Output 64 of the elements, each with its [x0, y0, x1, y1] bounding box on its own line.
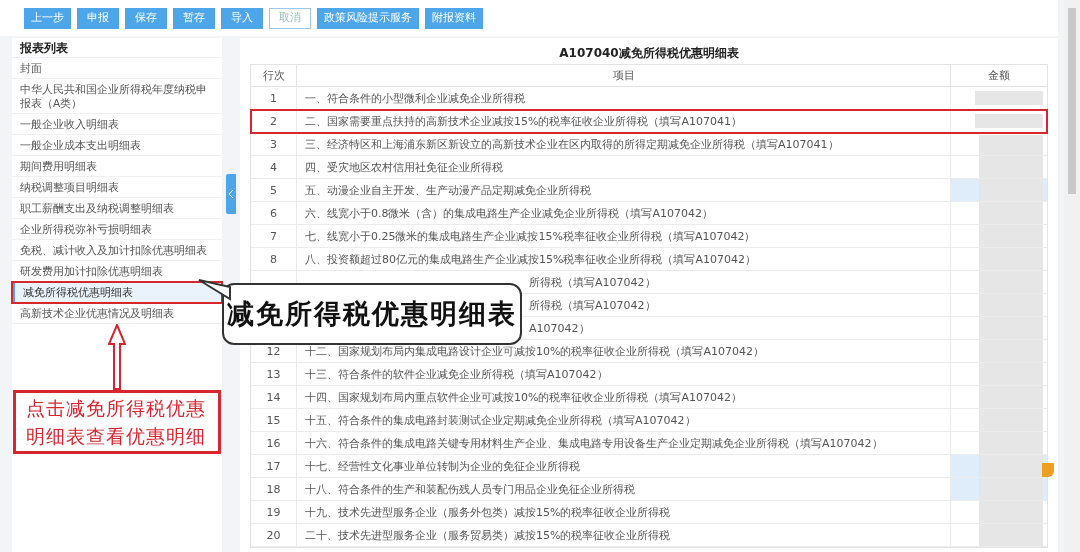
item-text: 十三、符合条件的软件企业减免企业所得税（填写A107042）	[305, 368, 608, 381]
sidebar-item[interactable]: 一般企业收入明细表	[12, 114, 222, 135]
row-number: 14	[266, 391, 281, 404]
item-text: 所得税（填写A107042）	[529, 276, 656, 289]
row-number: 6	[270, 207, 277, 220]
amount-cell[interactable]	[951, 478, 1047, 500]
badge-icon	[1042, 463, 1054, 477]
row-number: 2	[270, 115, 277, 128]
item-text: 二、国家需要重点扶持的高新技术企业减按15%的税率征收企业所得税（填写A107041）	[305, 115, 742, 128]
collapse-handle[interactable]	[226, 174, 236, 214]
item-text: 十四、国家规划布局内重点软件企业可减按10%的税率征收企业所得税（填写A107042）	[305, 391, 742, 404]
sidebar-item[interactable]: 中华人民共和国企业所得税年度纳税申报表（A类）	[12, 79, 222, 114]
row-number: 8	[270, 253, 277, 266]
row-number: 16	[266, 437, 281, 450]
item-text: 三、经济特区和上海浦东新区新设立的高新技术企业在区内取得的所得定期减免企业所得税（填写A107041）	[305, 138, 839, 151]
item-text: 所得税（填写A107042）	[529, 299, 656, 312]
instruction-note: 点击减免所得税优惠明细表查看优惠明细	[13, 390, 221, 454]
redacted-block	[975, 91, 1043, 105]
sidebar-item[interactable]: 减免所得税优惠明细表	[12, 282, 222, 303]
sidebar-item[interactable]: 纳税调整项目明细表	[12, 177, 222, 198]
item-text: 十二、国家规划布局内集成电路设计企业可减按10%的税率征收企业所得税（填写A107042）	[305, 345, 764, 358]
item-text: 四、受灾地区农村信用社免征企业所得税	[305, 161, 503, 174]
row-number: 1	[270, 92, 277, 105]
item-text: 十六、符合条件的集成电路关键专用材料生产企业、集成电路专用设备生产企业定期减免企业所得税（填写A107042）	[305, 437, 883, 450]
row-number: 19	[266, 506, 281, 519]
column-header: 金额	[987, 68, 1011, 84]
sidebar-title: 报表列表	[12, 38, 222, 58]
redacted-block	[975, 114, 1043, 128]
item-text: 一、符合条件的小型微利企业减免企业所得税	[305, 92, 525, 105]
item-text: 十七、经营性文化事业单位转制为企业的免征企业所得税	[305, 460, 580, 473]
sidebar-item[interactable]: 企业所得税弥补亏损明细表	[12, 219, 222, 240]
column-header: 行次	[251, 65, 297, 86]
row-number: 18	[266, 483, 281, 496]
row-number: 13	[266, 368, 281, 381]
item-text: 二十、技术先进型服务企业（服务贸易类）减按15%的税率征收企业所得税	[305, 529, 671, 542]
item-text: 五、动漫企业自主开发、生产动漫产品定期减免企业所得税	[305, 184, 591, 197]
callout-text: 减免所得税优惠明细表	[227, 296, 517, 331]
sidebar-item[interactable]: 职工薪酬支出及纳税调整明细表	[12, 198, 222, 219]
row-number: 12	[266, 345, 281, 358]
row-number: 15	[266, 414, 281, 427]
row-number: 3	[270, 138, 277, 151]
up-arrow	[108, 324, 126, 390]
item-text: 十八、符合条件的生产和装配伤残人员专门用品企业免征企业所得税	[305, 483, 635, 496]
scrollbar-thumb[interactable]	[1068, 8, 1076, 194]
row-number: 20	[266, 529, 281, 542]
sidebar-item[interactable]: 免税、减计收入及加计扣除优惠明细表	[12, 240, 222, 261]
sidebar-item[interactable]: 封面	[12, 58, 222, 79]
item-text: A107042）	[529, 322, 590, 335]
table-title: A107040减免所得税优惠明细表	[558, 45, 740, 62]
item-text: 十五、符合条件的集成电路封装测试企业定期减免企业所得税（填写A107042）	[305, 414, 696, 427]
item-text: 七、线宽小于0.25微米的集成电路生产企业减按15%税率征收企业所得税（填写A107042）	[305, 230, 756, 243]
row-number: 5	[270, 184, 277, 197]
item-text: 八、投资额超过80亿元的集成电路生产企业减按15%税率征收企业所得税（填写A107042）	[305, 253, 756, 266]
column-header: 项目	[297, 65, 951, 86]
sidebar-item[interactable]: 期间费用明细表	[12, 156, 222, 177]
row-number: 17	[266, 460, 281, 473]
row-number: 4	[270, 161, 277, 174]
item-text: 十九、技术先进型服务企业（服务外包类）减按15%的税率征收企业所得税	[305, 506, 671, 519]
amount-cell[interactable]	[951, 179, 1047, 201]
row-number: 7	[270, 230, 277, 243]
amount-cell[interactable]	[951, 455, 1047, 477]
sidebar-item[interactable]: 一般企业成本支出明细表	[12, 135, 222, 156]
chevron-left-icon	[228, 189, 234, 199]
item-text: 六、线宽小于0.8微米（含）的集成电路生产企业减免企业所得税（填写A107042）	[305, 207, 713, 220]
